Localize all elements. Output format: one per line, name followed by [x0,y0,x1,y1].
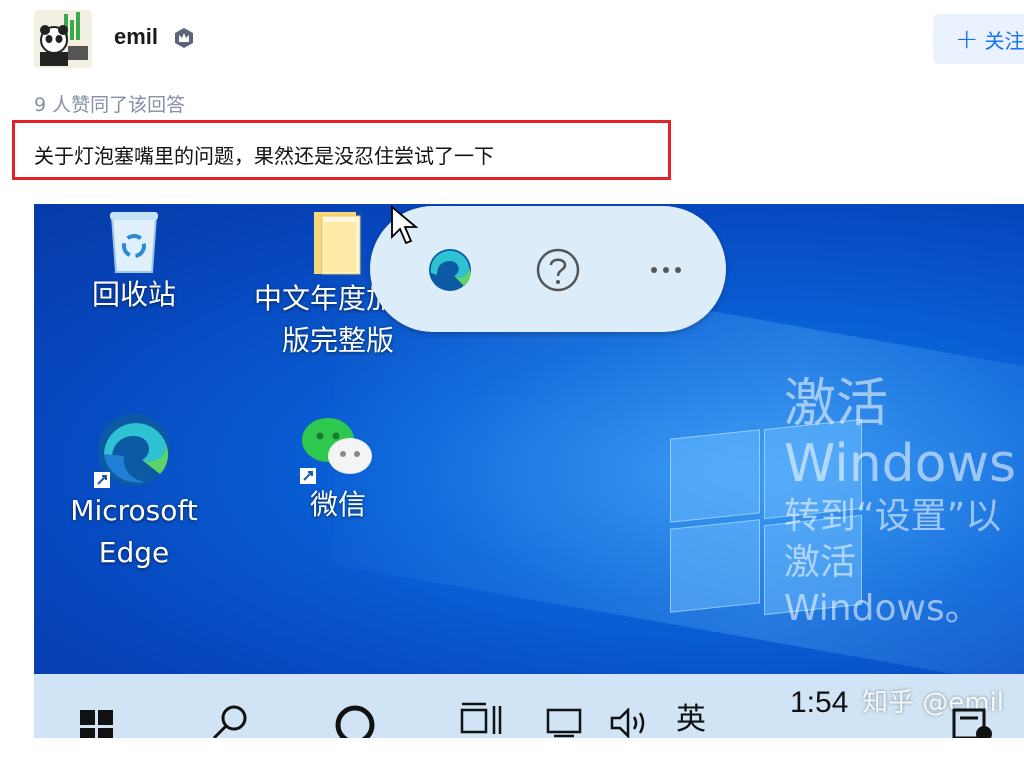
edge-button[interactable] [426,246,474,294]
taskbar-clock[interactable]: 1:54 [790,686,848,720]
wechat-icon [300,418,372,484]
activate-sub: Windows。 [784,588,981,629]
plus-icon: + [955,22,979,55]
desktop-icon-wechat[interactable]: 微信 [268,410,408,526]
windows-start-icon [80,710,113,738]
follow-button[interactable]: + 关注 [933,14,1024,64]
answer-text: 关于灯泡塞嘴里的问题，果然还是没忍住尝试了一下 [34,144,494,168]
author-name[interactable]: emil [114,24,158,50]
desktop-screenshot: 回收站 中文年度加强 版完整版 Microsoft Edge 微信 激活 Win… [34,204,1024,738]
start-button[interactable] [80,710,114,738]
folder-icon [314,212,361,275]
volume-icon [610,706,645,738]
edge-icon [94,414,170,488]
notification-button[interactable] [952,708,992,738]
task-view-icon [460,702,502,734]
search-icon [212,705,247,738]
activate-sub: 激活 [784,542,857,583]
input-method-indicator[interactable]: 英 [676,694,706,738]
desktop-icon-edge[interactable]: Microsoft Edge [54,410,214,574]
volume-button[interactable] [610,706,650,738]
activate-title-windows: Windows [784,434,1017,494]
desktop-icon-label: 微信 [309,488,366,521]
follow-label: 关注 [984,28,1024,53]
more-dots-icon [651,267,681,273]
activate-sub: 转到“设置”以 [784,496,1002,537]
more-button[interactable] [642,246,690,294]
activate-title: 激活 [784,374,889,434]
cortana-ring-icon [335,705,375,738]
taskbar: 英 1:54 知乎 @emil [34,674,1024,738]
mouse-cursor-icon [391,205,418,245]
notification-icon [952,708,992,738]
desktop-icon-recycle-bin[interactable]: 回收站 [64,208,204,316]
floating-toolbar [370,206,726,332]
question-circle-icon [536,248,580,292]
avatar[interactable] [34,10,92,68]
vote-count: 9 人赞同了该回答 [34,94,186,116]
recycle-bin-icon [110,212,158,273]
crown-badge-icon [173,27,195,49]
task-view-button[interactable] [460,702,504,738]
cortana-button[interactable] [334,704,376,738]
search-button[interactable] [210,702,250,738]
help-button[interactable] [534,246,582,294]
desktop-icon-label: 回收站 [91,278,176,311]
edge-icon [429,249,471,291]
desktop-icon-label: Microsoft Edge [70,494,198,569]
network-icon [546,708,582,738]
network-button[interactable] [546,708,582,738]
activate-windows-watermark: 激活 Windows 转到“设置”以 激活 Windows。 [784,374,1016,632]
